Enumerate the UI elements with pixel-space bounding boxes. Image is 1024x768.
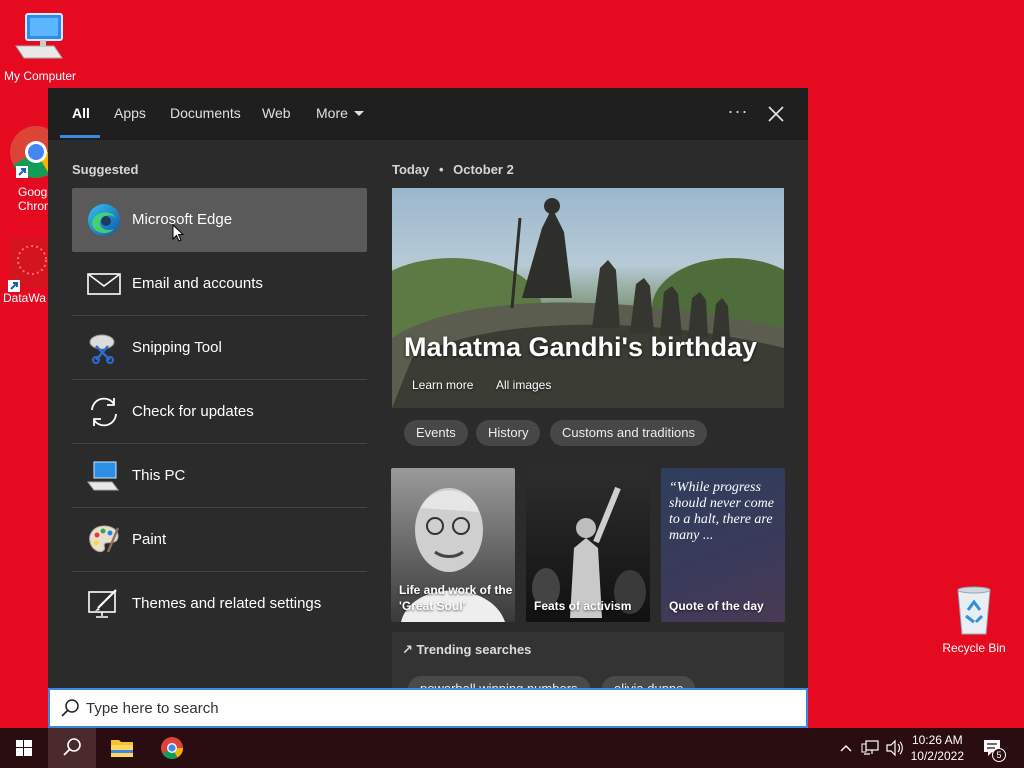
desktop-icon-recycle-bin[interactable]: Recycle Bin xyxy=(934,584,1014,655)
computer-icon xyxy=(15,13,63,59)
network-button[interactable] xyxy=(860,728,882,768)
tab-apps[interactable]: Apps xyxy=(114,88,146,140)
tab-all[interactable]: All xyxy=(72,88,90,140)
suggested-item-label: Themes and related settings xyxy=(132,595,322,612)
clock[interactable]: 10:26 AM 10/2/2022 xyxy=(911,732,964,764)
suggested-item-label: Check for updates xyxy=(132,403,254,420)
network-icon xyxy=(861,740,879,755)
chrome-icon xyxy=(10,126,48,178)
all-images-link[interactable]: All images xyxy=(496,378,551,392)
quote-text: “While progress should never come to a h… xyxy=(669,480,774,543)
chevron-up-icon xyxy=(840,745,852,752)
hero-title: Mahatma Gandhi's birthday xyxy=(404,332,757,362)
suggested-item-paint[interactable]: Paint xyxy=(72,508,367,572)
card-life-and-work[interactable]: Life and work of the 'Great Soul' xyxy=(391,468,515,622)
taskbar: 10:26 AM 10/2/2022 5 xyxy=(0,728,1024,768)
active-tab-indicator xyxy=(60,135,100,138)
speaker-icon xyxy=(886,739,903,757)
folder-icon xyxy=(111,740,133,757)
suggested-item-label: This PC xyxy=(132,467,186,484)
trending-arrow-icon: ↗ xyxy=(402,642,413,657)
show-hidden-icons-button[interactable] xyxy=(836,728,856,768)
trending-section: ↗ Trending searches powerball winning nu… xyxy=(392,632,784,702)
edge-icon xyxy=(88,204,120,236)
desktop-icon-label: Goog Chron xyxy=(18,185,48,213)
hero-image xyxy=(392,198,784,408)
suggested-item-this-pc[interactable]: This PC xyxy=(72,444,367,508)
taskbar-chrome[interactable] xyxy=(148,728,196,768)
close-button[interactable] xyxy=(762,100,790,128)
desktop-icon-chrome[interactable]: Goog Chron xyxy=(0,124,48,213)
card-caption: Feats of activism xyxy=(534,599,632,613)
trending-heading: ↗ Trending searches xyxy=(402,642,531,658)
learn-more-link[interactable]: Learn more xyxy=(412,378,473,392)
suggested-item-label: Paint xyxy=(132,531,167,548)
today-heading: Today • October 2 xyxy=(392,162,514,177)
search-tabs: All Apps Documents Web More ··· xyxy=(48,88,808,140)
tab-web[interactable]: Web xyxy=(262,88,291,140)
suggested-item-label: Email and accounts xyxy=(132,275,263,292)
search-panel: All Apps Documents Web More ··· Suggeste… xyxy=(48,88,808,728)
suggested-item-email-and-accounts[interactable]: Email and accounts xyxy=(72,252,367,316)
mail-icon xyxy=(87,273,121,295)
desktop-icon-my-computer[interactable]: My Computer xyxy=(0,10,80,83)
clock-date: 10/2/2022 xyxy=(910,749,964,763)
today-separator: • xyxy=(438,162,444,177)
tab-more-label: More xyxy=(316,105,348,121)
chip-events[interactable]: Events xyxy=(404,420,468,446)
trending-title: Trending searches xyxy=(416,642,532,657)
suggested-item-microsoft-edge[interactable]: Microsoft Edge xyxy=(72,188,367,252)
search-icon xyxy=(63,738,81,756)
mouse-cursor-icon xyxy=(172,224,185,242)
card-caption: Life and work of the 'Great Soul' xyxy=(399,583,513,613)
hero-card[interactable]: Mahatma Gandhi's birthday Learn more All… xyxy=(392,188,784,408)
notification-count: 5 xyxy=(992,748,1006,762)
app-icon xyxy=(8,238,48,292)
notification-icon xyxy=(984,740,1000,756)
chrome-icon xyxy=(161,737,183,759)
refresh-icon xyxy=(91,397,117,427)
desktop-icon-datawa[interactable]: DataWa xyxy=(0,236,48,305)
suggested-item-snipping-tool[interactable]: Snipping Tool xyxy=(72,316,367,380)
card-quote-of-the-day[interactable]: “While progress should never come to a h… xyxy=(661,468,785,622)
taskbar-file-explorer[interactable] xyxy=(98,728,146,768)
brush-icon xyxy=(88,589,117,618)
desktop-icon-label: My Computer xyxy=(3,69,77,83)
palette-icon xyxy=(89,525,120,553)
options-button[interactable]: ··· xyxy=(724,100,752,128)
volume-button[interactable] xyxy=(884,728,906,768)
chevron-down-icon xyxy=(353,111,364,116)
search-box[interactable] xyxy=(48,688,808,728)
suggested-item-check-for-updates[interactable]: Check for updates xyxy=(72,380,367,444)
search-input[interactable] xyxy=(86,696,786,720)
today-date: October 2 xyxy=(453,162,514,177)
scissors-icon xyxy=(89,334,115,364)
suggested-item-themes-and-related-settings[interactable]: Themes and related settings xyxy=(72,572,367,636)
search-icon xyxy=(61,699,79,717)
desktop-icon-label: Recycle Bin xyxy=(942,641,1006,655)
suggested-heading: Suggested xyxy=(72,162,139,177)
action-center-button[interactable]: 5 xyxy=(980,728,1008,768)
tab-more[interactable]: More xyxy=(316,88,364,140)
chip-history[interactable]: History xyxy=(476,420,541,446)
chip-customs-and-traditions[interactable]: Customs and traditions xyxy=(550,420,707,446)
card-feats-of-activism[interactable]: Feats of activism xyxy=(526,468,650,622)
suggested-list: Microsoft Edge Email and accounts Snippi… xyxy=(72,188,367,636)
computer-icon xyxy=(87,461,119,491)
taskbar-search-button[interactable] xyxy=(48,728,96,768)
today-label: Today xyxy=(392,162,430,177)
desktop-icon-label: DataWa xyxy=(3,291,46,305)
card-caption: Quote of the day xyxy=(669,599,764,613)
start-button[interactable] xyxy=(0,728,48,768)
tab-documents[interactable]: Documents xyxy=(170,88,241,140)
clock-time: 10:26 AM xyxy=(911,733,963,747)
windows-logo-icon xyxy=(16,740,32,756)
suggested-item-label: Snipping Tool xyxy=(132,339,222,356)
close-icon xyxy=(768,106,784,122)
recycle-bin-icon xyxy=(957,586,991,635)
